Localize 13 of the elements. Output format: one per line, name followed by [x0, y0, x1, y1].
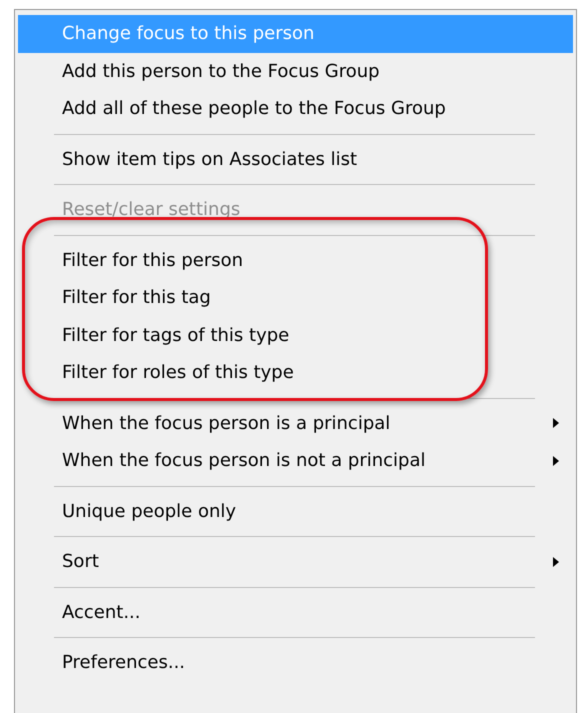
menu-item[interactable]: Filter for this person: [18, 242, 573, 279]
menu-item[interactable]: Accent...: [18, 594, 573, 631]
menu-item[interactable]: Show item tips on Associates list: [18, 140, 573, 178]
menu-item[interactable]: Unique people only: [18, 492, 573, 530]
menu-item[interactable]: Filter for this tag: [18, 279, 573, 316]
menu-item[interactable]: When the focus person is a principal: [18, 404, 573, 442]
menu-item[interactable]: Filter for tags of this type: [18, 316, 573, 354]
menu-item[interactable]: Filter for roles of this type: [18, 354, 573, 392]
menu-item[interactable]: Sort: [18, 543, 573, 580]
menu-item[interactable]: Add all of these people to the Focus Group: [18, 90, 573, 128]
menu-item[interactable]: Preferences...: [18, 644, 573, 682]
menu-item[interactable]: When the focus person is not a principal: [18, 442, 573, 480]
menu-item[interactable]: Add this person to the Focus Group: [18, 52, 573, 90]
